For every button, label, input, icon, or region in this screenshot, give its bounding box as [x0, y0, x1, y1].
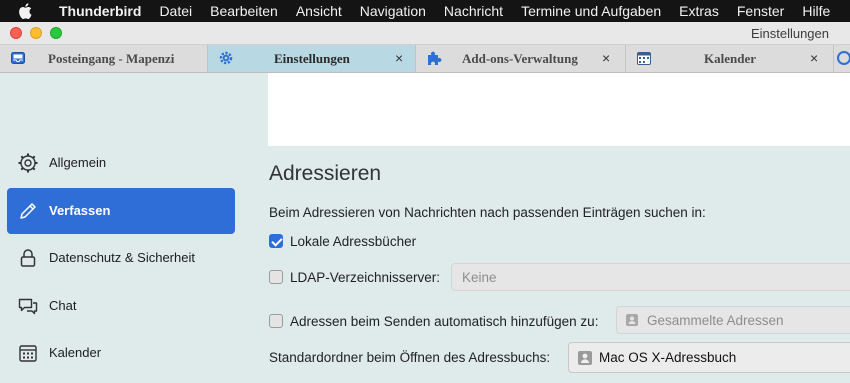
tab-einstellungen[interactable]: Einstellungen × — [208, 45, 416, 72]
pencil-icon — [17, 200, 39, 222]
auto-add-book-select[interactable]: Gesammelte Adressen — [616, 306, 850, 334]
sidebar-item-label: Verfassen — [49, 203, 111, 218]
tab-close-button[interactable]: × — [395, 50, 403, 66]
gear-icon — [17, 152, 39, 174]
auto-add-book-value: Gesammelte Adressen — [647, 313, 784, 328]
tab-label: Einstellungen — [274, 51, 350, 66]
menu-extras[interactable]: Extras — [670, 3, 728, 19]
local-address-books-option[interactable]: Lokale Adressbücher — [269, 231, 416, 251]
section-heading: Adressieren — [269, 162, 382, 185]
sidebar-item-verfassen[interactable]: Verfassen — [7, 188, 235, 234]
menu-hilfe[interactable]: Hilfe — [793, 3, 839, 19]
sidebar-item-kalender[interactable]: Kalender — [7, 330, 235, 376]
calendar-icon — [636, 50, 652, 66]
apple-icon[interactable] — [0, 3, 50, 19]
inbox-icon — [10, 50, 26, 66]
tab-kalender[interactable]: Kalender × — [626, 45, 834, 72]
zoom-window-button[interactable] — [50, 27, 62, 39]
close-window-button[interactable] — [10, 27, 22, 39]
tab-label: Kalender — [704, 51, 756, 66]
local-address-books-checkbox[interactable] — [269, 234, 283, 248]
menu-ansicht[interactable]: Ansicht — [287, 3, 351, 19]
menu-thunderbird[interactable]: Thunderbird — [50, 3, 150, 19]
menu-bar: Thunderbird Datei Bearbeiten Ansicht Nav… — [0, 0, 850, 22]
ldap-option[interactable]: LDAP-Verzeichnisserver: — [269, 267, 440, 287]
sidebar-item-label: Allgemein — [49, 155, 107, 170]
content-top-panel — [268, 73, 850, 146]
ldap-server-select[interactable]: Keine — [451, 263, 850, 291]
sidebar-item-label: Datenschutz & Sicherheit — [49, 250, 195, 265]
auto-add-option[interactable]: Adressen beim Senden automatisch hinzufü… — [269, 311, 598, 331]
ldap-label: LDAP-Verzeichnisserver: — [290, 269, 441, 285]
lock-icon — [17, 247, 39, 269]
address-book-icon — [577, 350, 593, 366]
tab-partial-icon — [837, 51, 850, 65]
local-address-books-label: Lokale Adressbücher — [290, 233, 417, 249]
auto-add-checkbox[interactable] — [269, 314, 283, 328]
puzzle-icon — [426, 50, 442, 66]
calendar-icon — [17, 342, 39, 364]
window-titlebar: Einstellungen — [0, 22, 850, 45]
window-title: Einstellungen — [750, 26, 829, 41]
menu-datei[interactable]: Datei — [150, 3, 201, 19]
default-directory-value: Mac OS X-Adressbuch — [599, 350, 737, 365]
menu-bearbeiten[interactable]: Bearbeiten — [201, 3, 287, 19]
sidebar-item-label: Chat — [49, 298, 77, 313]
chat-icon — [17, 295, 39, 317]
menu-termine[interactable]: Termine und Aufgaben — [512, 3, 670, 19]
default-directory-select[interactable]: Mac OS X-Adressbuch — [568, 342, 850, 373]
menu-fenster[interactable]: Fenster — [728, 3, 793, 19]
auto-add-label: Adressen beim Senden automatisch hinzufü… — [290, 313, 599, 329]
addressing-intro-text: Beim Adressieren von Nachrichten nach pa… — [269, 205, 706, 220]
preferences-sidebar: Allgemein Verfassen Datenschutz & Sicher… — [0, 73, 244, 383]
tab-posteingang[interactable]: Posteingang - Mapenzi — [0, 45, 208, 72]
tab-close-button[interactable]: × — [810, 50, 818, 66]
address-book-icon — [625, 313, 639, 327]
sidebar-item-datenschutz[interactable]: Datenschutz & Sicherheit — [7, 235, 235, 281]
gear-icon — [218, 50, 234, 66]
tab-bar: Posteingang - Mapenzi Einstellungen × Ad… — [0, 45, 850, 73]
ldap-server-value: Keine — [462, 270, 497, 285]
tab-label: Add-ons-Verwaltung — [462, 51, 578, 66]
ldap-checkbox[interactable] — [269, 270, 283, 284]
sidebar-item-label: Kalender — [49, 345, 102, 360]
minimize-window-button[interactable] — [30, 27, 42, 39]
menu-nachricht[interactable]: Nachricht — [435, 3, 512, 19]
tab-addons[interactable]: Add-ons-Verwaltung × — [416, 45, 626, 72]
tab-close-button[interactable]: × — [602, 50, 610, 66]
sidebar-item-allgemein[interactable]: Allgemein — [7, 140, 235, 186]
tab-label: Posteingang - Mapenzi — [48, 51, 175, 66]
default-directory-label: Standardordner beim Öffnen des Adressbuc… — [269, 350, 551, 365]
tab-overflow[interactable] — [834, 45, 850, 72]
menu-navigation[interactable]: Navigation — [351, 3, 435, 19]
sidebar-item-chat[interactable]: Chat — [7, 283, 235, 329]
